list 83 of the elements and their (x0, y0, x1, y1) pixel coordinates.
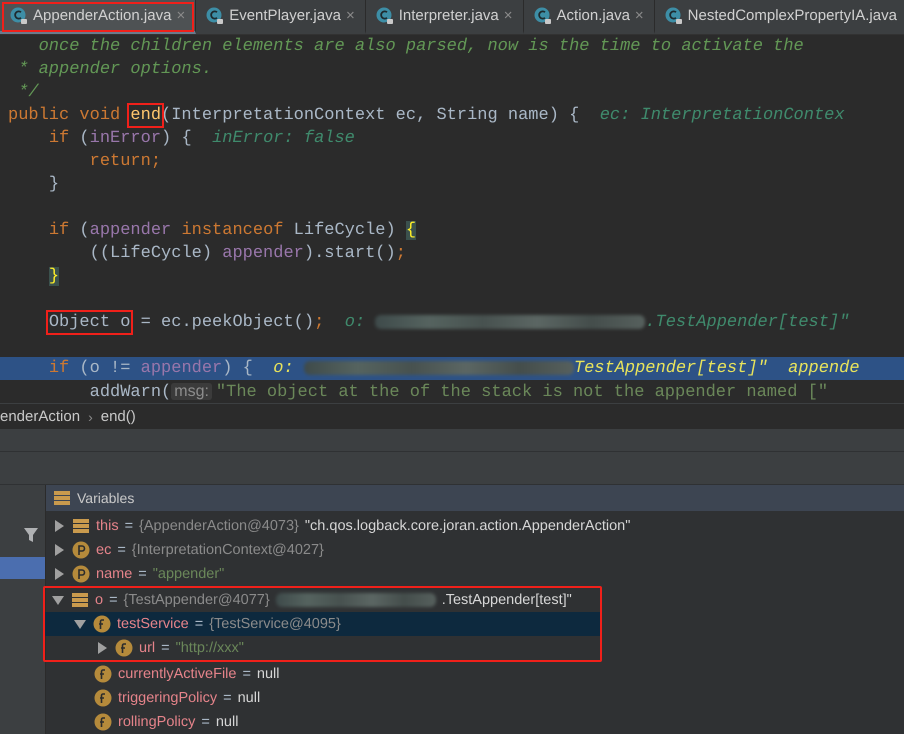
variable-value: null (238, 690, 260, 706)
variable-name: triggeringPolicy (118, 690, 218, 706)
tab-label: Action.java (556, 7, 630, 24)
variable-value: "ch.qos.logback.core.joran.action.AppenderAction" (304, 518, 630, 534)
variable-row[interactable]: ec = {InterpretationContext@4027} (46, 538, 904, 562)
variable-name: rollingPolicy (118, 714, 196, 730)
file-tab[interactable]: Interpreter.java × (366, 0, 524, 34)
tab-label: NestedComplexPropertyIA.java (688, 7, 897, 24)
equals-sign: = (124, 518, 134, 534)
code-line: public void end(InterpretationContext ec, String name) { ec: InterpretationContex (0, 104, 904, 127)
stack-icon (71, 592, 89, 608)
collapsed-arrow-icon[interactable] (53, 568, 65, 580)
stack-icon (53, 490, 71, 506)
variable-value: null (216, 714, 238, 730)
tab-label: EventPlayer.java (229, 7, 341, 24)
filter-icon[interactable] (23, 527, 39, 543)
collapsed-arrow-icon[interactable] (53, 520, 65, 532)
equals-sign: = (109, 592, 118, 608)
code-line: */ (17, 82, 40, 104)
variable-type: {TestService@4095} (209, 616, 341, 632)
breadcrumb-separator: › (88, 408, 93, 424)
variable-row[interactable]: url = "http://xxx" (45, 636, 600, 660)
file-tab[interactable]: Action.java × (524, 0, 655, 34)
variable-row[interactable]: currentlyActiveFile = null (46, 662, 904, 686)
variable-name: currentlyActiveFile (118, 666, 236, 682)
code-line: addWarn( msg: "The object at the of the stack is not the appender named [" (88, 382, 830, 403)
variable-name: this (96, 518, 119, 534)
code-line: if (appender instanceof LifeCycle) { (48, 220, 418, 242)
variable-row[interactable]: name = "appender" (46, 562, 904, 586)
equals-sign: = (117, 542, 126, 558)
panel-title: Variables (77, 490, 134, 506)
field-icon (93, 615, 111, 633)
parameter-icon (72, 565, 90, 583)
variable-row[interactable]: triggeringPolicy = null (46, 686, 904, 710)
field-icon (94, 665, 112, 683)
class-icon (206, 6, 224, 24)
variable-row[interactable]: this = {AppenderAction@4073} "ch.qos.logback.core.joran.action.AppenderAction" (46, 514, 904, 538)
variable-type: {InterpretationContext@4027} (132, 542, 324, 558)
expanded-arrow-icon[interactable] (74, 618, 86, 630)
variable-row[interactable]: rollingPolicy = null (46, 710, 904, 734)
variable-row[interactable]: o = {TestAppender@4077} .TestAppender[test]" (45, 588, 600, 612)
variable-type: {AppenderAction@4073} (139, 518, 299, 534)
class-icon (10, 6, 28, 24)
field-icon (115, 639, 133, 657)
variable-value: null (256, 666, 280, 682)
variable-value: .TestAppender[test]" (442, 592, 572, 608)
tab-label: Interpreter.java (398, 7, 499, 24)
code-line: Object o = ec.peekObject(); o: .TestAppender[test]" (0, 311, 904, 334)
variable-name: url (139, 640, 156, 656)
field-icon (94, 713, 112, 731)
stack-icon (72, 518, 90, 534)
collapsed-arrow-icon[interactable] (53, 544, 65, 556)
variable-row[interactable]: testService = {TestService@4095} (45, 612, 600, 636)
class-icon (534, 6, 552, 24)
code-line: if (inError) { inError: false (48, 128, 356, 150)
code-line: ((LifeCycle) appender).start(); (88, 243, 407, 265)
equals-sign: = (194, 616, 204, 632)
variable-name: name (96, 566, 132, 582)
breadcrumb-item[interactable]: end() (100, 408, 136, 425)
equals-sign: = (223, 690, 232, 706)
tab-label: AppenderAction.java (33, 7, 172, 24)
variable-value: "appender" (152, 566, 224, 582)
equals-sign: = (161, 640, 170, 656)
variable-value: "http://xxx" (176, 640, 244, 656)
code-line: } (48, 174, 60, 196)
field-icon (94, 689, 112, 707)
equals-sign: = (201, 714, 210, 730)
variable-name: o (95, 592, 104, 608)
equals-sign: = (242, 666, 251, 682)
code-line: * appender options. (17, 59, 214, 81)
file-tab[interactable]: AppenderAction.java × (0, 0, 196, 34)
expanded-arrow-icon[interactable] (52, 594, 64, 606)
class-icon (664, 6, 683, 24)
breadcrumb-item[interactable]: enderAction (0, 408, 80, 425)
code-line: once the children elements are also parsed, now is the time to activate the (38, 36, 805, 58)
class-icon (376, 6, 394, 24)
variable-type: {TestAppender@4077} (124, 592, 270, 608)
code-line: return; (88, 151, 162, 173)
variable-name: testService (117, 616, 189, 632)
collapsed-arrow-icon[interactable] (96, 642, 108, 654)
equals-sign: = (138, 566, 147, 582)
variable-name: ec (96, 542, 112, 558)
parameter-icon (72, 541, 90, 559)
